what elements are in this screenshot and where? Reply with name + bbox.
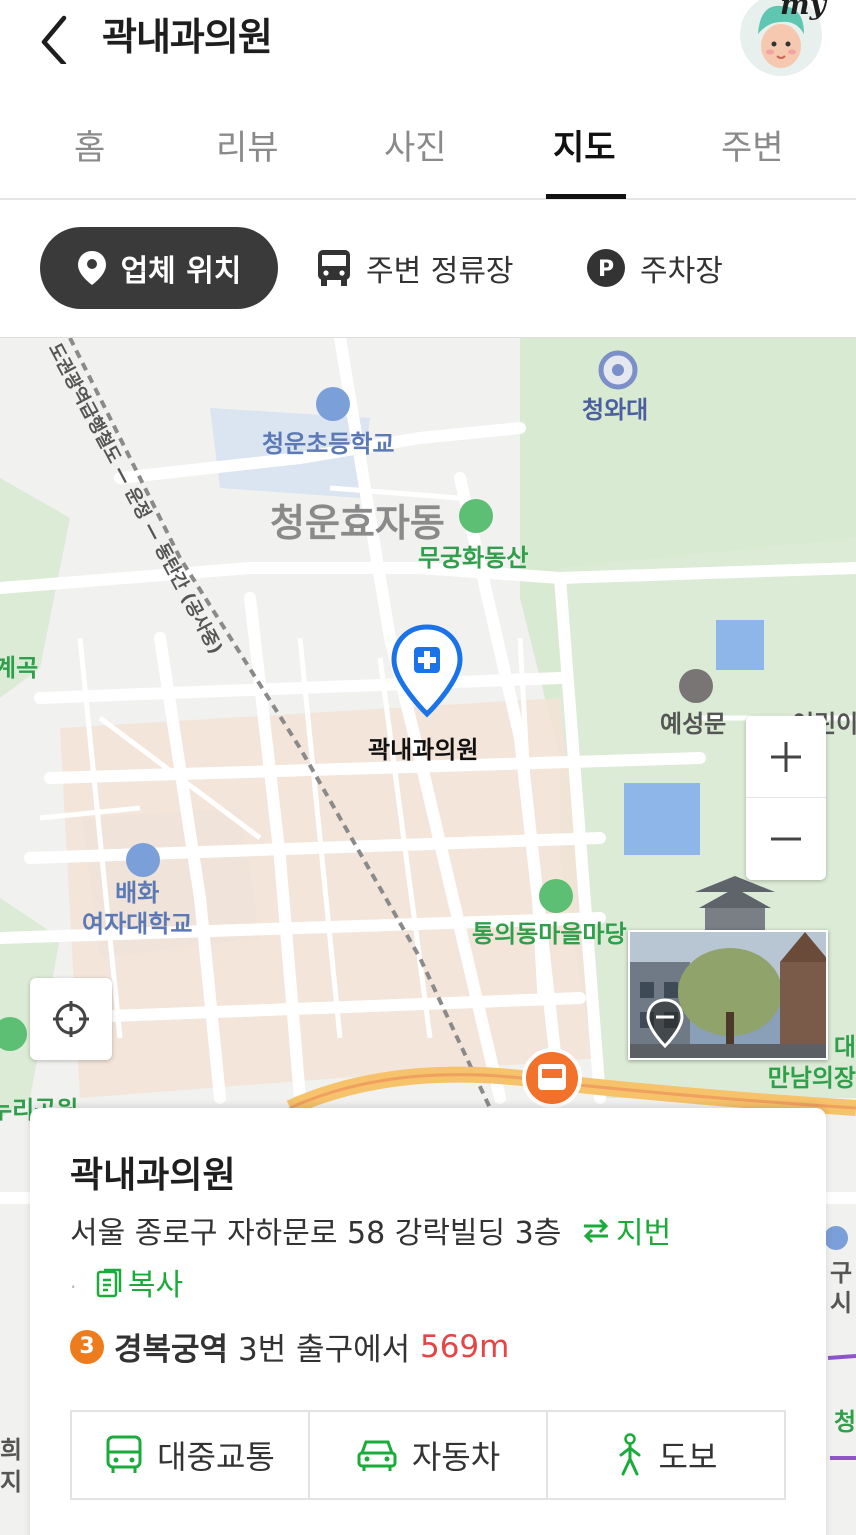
minus-icon	[771, 837, 801, 841]
route-car-button[interactable]: 자동차	[308, 1412, 546, 1498]
tab-photos[interactable]: 사진	[384, 120, 447, 169]
car-icon	[356, 1437, 398, 1473]
map-label-right-far2: 청	[834, 1408, 856, 1436]
zoom-out-button[interactable]	[746, 798, 826, 880]
place-address: 서울 종로구 자하문로 58 강락빌딩 3층	[70, 1216, 562, 1251]
current-location-button[interactable]	[30, 978, 112, 1060]
chip-business-location[interactable]: 업체 위치	[40, 227, 278, 309]
app-header: 곽내과의원 my	[0, 0, 856, 92]
subway-distance: 569m	[419, 1328, 510, 1365]
bus-icon	[316, 248, 352, 288]
route-public-transit-button[interactable]: 대중교통	[72, 1412, 308, 1498]
roadview-marker-icon	[646, 998, 684, 1052]
chip-label: 업체 위치	[120, 254, 242, 289]
route-label: 도보	[658, 1438, 718, 1476]
map-filter-chips: 업체 위치 주변 정류장 P 주차장	[0, 200, 856, 338]
my-label: my	[780, 0, 826, 21]
map-label-left-far: 희 지	[0, 1436, 23, 1496]
map-label-left-edge: 계곡	[0, 654, 39, 682]
chip-label: 주변 정류장	[366, 254, 514, 289]
map-label-park: 무궁화동산	[418, 544, 529, 572]
page-title: 곽내과의원	[102, 15, 273, 59]
copy-address-button[interactable]: · 복사	[70, 1260, 183, 1306]
place-info-card: 곽내과의원 서울 종로구 자하문로 58 강락빌딩 3층 지번 · 복사 3 경…	[30, 1108, 826, 1535]
hospital-pin-icon	[391, 624, 463, 718]
dot-separator: ·	[70, 1274, 77, 1299]
map-label-cheongwadae: 청와대	[582, 396, 649, 424]
map-label-right-far: 구 시	[830, 1259, 853, 1317]
directions-group: 대중교통 자동차 도보	[70, 1410, 786, 1500]
swap-icon	[582, 1217, 610, 1252]
svg-text:P: P	[598, 257, 614, 282]
map-label-gate: 예성문	[660, 710, 727, 738]
active-tab-indicator	[546, 194, 626, 199]
plus-icon	[771, 741, 801, 772]
map-label-university: 배화 여자대학교	[82, 879, 193, 938]
zoom-controls	[746, 716, 826, 880]
tab-map[interactable]: 지도	[553, 120, 616, 169]
tab-home[interactable]: 홈	[74, 120, 105, 169]
clinic-marker[interactable]	[390, 624, 464, 718]
subway-station: 경복궁역	[114, 1332, 229, 1368]
walking-person-icon	[615, 1433, 645, 1477]
tab-reviews[interactable]: 리뷰	[216, 120, 279, 169]
copy-label: 복사	[127, 1268, 184, 1303]
route-label: 대중교통	[157, 1438, 275, 1476]
chip-parking[interactable]: P 주차장	[586, 227, 723, 309]
chip-bus-stops[interactable]: 주변 정류장	[316, 227, 514, 309]
route-walk-button[interactable]: 도보	[546, 1412, 784, 1498]
parking-icon: P	[586, 248, 626, 288]
map-label-school: 청운초등학교	[262, 430, 395, 458]
jibun-label: 지번	[616, 1216, 672, 1251]
crosshair-icon	[53, 1001, 89, 1037]
chip-label: 주차장	[640, 254, 723, 289]
tab-bar: 홈 리뷰 사진 지도 주변	[0, 92, 856, 200]
chevron-left-icon	[41, 15, 67, 67]
roadview-thumbnail[interactable]	[628, 930, 828, 1060]
tab-nearby[interactable]: 주변	[721, 120, 784, 169]
bus-icon	[105, 1434, 143, 1476]
back-button[interactable]	[30, 8, 80, 67]
zoom-in-button[interactable]	[746, 716, 826, 798]
map-label-clinic: 곽내과의원	[368, 736, 479, 764]
subway-line-badge: 3	[70, 1329, 104, 1364]
map-label-madang: 통의동마을마당	[472, 920, 627, 948]
subway-info: 3 경복궁역 3번 출구에서 569m	[70, 1324, 509, 1369]
place-name: 곽내과의원	[70, 1155, 236, 1196]
copy-icon	[96, 1268, 122, 1306]
location-pin-icon	[77, 250, 107, 286]
subway-exit: 3번 출구에서	[228, 1332, 420, 1368]
jibun-toggle[interactable]: 지번	[582, 1208, 671, 1252]
route-label: 자동차	[411, 1438, 501, 1476]
